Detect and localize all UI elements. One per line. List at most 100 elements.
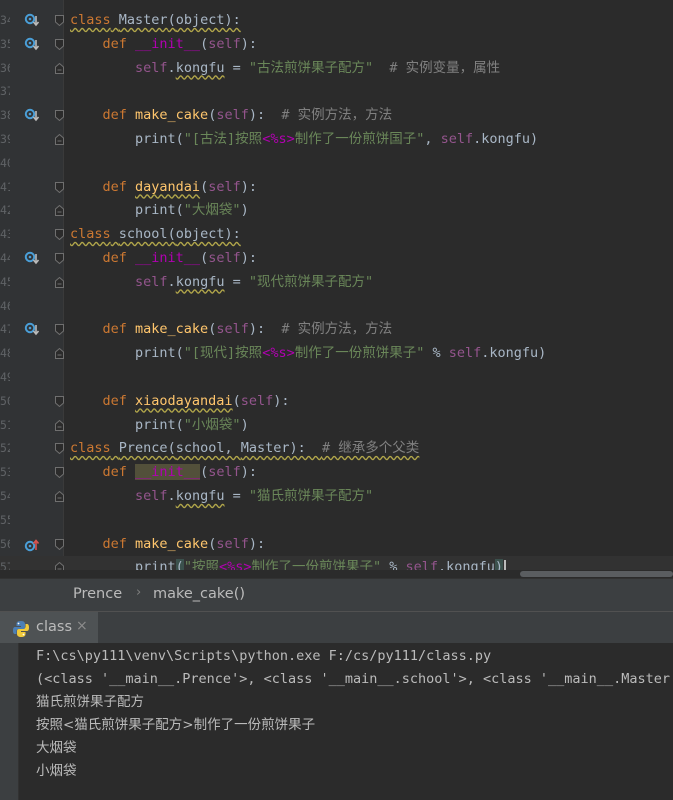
code-line[interactable]: 39 print("[古法]按照<%s>制作了一份煎饼国子", self.kon… [0,128,673,152]
fold-open-icon[interactable] [55,110,64,122]
code-line[interactable]: 47 def make_cake(self): # 实例方法，方法 [0,318,673,342]
fold-end-icon[interactable] [55,491,64,502]
code-text[interactable]: print("大烟袋") [70,199,249,223]
code-line[interactable]: 36 self.kongfu = "古法煎饼果子配方" # 实例变量，属性 [0,57,673,81]
code-line[interactable]: 44 def __init__(self): [0,247,673,271]
code-text[interactable]: def dayandai(self): [70,176,257,200]
code-line[interactable]: 34 class Master(object): [0,9,673,33]
fold-open-icon[interactable] [55,538,64,550]
code-token: # 继承多个父类 [322,440,420,457]
code-token: def [102,464,136,481]
overridden-gutter-icon[interactable] [24,537,40,553]
code-line[interactable]: 50 def xiaodayandai(self): [0,390,673,414]
code-line[interactable]: 48 print("[现代]按照<%s>制作了一份煎饼果子" % self.ko… [0,342,673,366]
override-gutter-icon[interactable] [24,251,40,267]
code-token: school [118,226,168,243]
fold-end-icon[interactable] [55,348,64,360]
line-number: 46 [0,298,10,313]
code-token: ): [248,321,282,338]
fold-open-icon[interactable] [55,15,64,26]
console-line: 大烟袋 [36,740,77,756]
fold-open-icon[interactable] [55,467,64,479]
code-line[interactable]: 38 def make_cake(self): # 实例方法，方法 [0,104,673,128]
code-token: print( [70,345,184,362]
code-token: ( [200,464,209,481]
code-text[interactable]: self.kongfu = "古法煎饼果子配方" # 实例变量，属性 [70,57,500,81]
code-text[interactable]: def make_cake(self): # 实例方法，方法 [70,318,393,342]
code-line[interactable]: 54 self.kongfu = "猫氏煎饼果子配方" [0,485,673,509]
code-token: ( [232,392,241,409]
code-line[interactable]: 45 self.kongfu = "现代煎饼果子配方" [0,271,673,295]
horizontal-scrollbar[interactable] [0,570,673,578]
fold-end-icon[interactable] [55,62,64,74]
code-token: "[现代]按照 [183,345,263,362]
code-text[interactable]: print("小烟袋") [70,414,249,438]
code-line[interactable]: 43 class school(object): [0,223,673,247]
code-text[interactable]: def __init__(self): [70,247,257,271]
code-text[interactable]: def xiaodayandai(self): [70,390,290,414]
code-line[interactable]: 53 def __init__(self): [0,461,673,485]
code-line[interactable]: 41 def dayandai(self): [0,176,673,200]
horizontal-scrollbar-thumb[interactable] [520,571,673,577]
code-text[interactable]: class school(object): [70,223,241,247]
fold-end-icon[interactable] [55,276,64,288]
code-text[interactable]: def __init__(self): [70,461,257,485]
code-line[interactable]: 52 class Prence(school, Master): # 继承多个父类 [0,437,673,461]
code-line[interactable]: 37 [0,80,673,104]
run-tab-class[interactable]: class × [0,612,98,644]
line-number: 34 [0,13,10,27]
code-line[interactable]: 42 print("大烟袋") [0,199,673,223]
code-token: ): [240,250,257,266]
code-token: __init__ [135,250,201,266]
breadcrumb-separator-icon: › [136,585,142,600]
breadcrumb-method[interactable]: make_cake() [153,586,245,602]
override-gutter-icon[interactable] [24,37,40,53]
code-line[interactable]: 40 [0,152,673,176]
code-text[interactable]: class Prence(school, Master): # 继承多个父类 [70,437,419,461]
code-token: object [175,12,225,28]
code-editor[interactable]: 34 class Master(object):35 def __init__(s… [0,0,673,578]
fold-open-icon[interactable] [55,395,64,407]
fold-open-icon[interactable] [55,253,64,264]
code-text[interactable]: def make_cake(self): [70,533,266,557]
code-text[interactable]: self.kongfu = "现代煎饼果子配方" [70,271,373,295]
override-gutter-icon[interactable] [24,13,40,29]
code-token: ): [240,178,257,195]
code-token: ): [289,440,323,457]
code-text[interactable]: def __init__(self): [70,33,257,57]
code-text[interactable]: print("[古法]按照<%s>制作了一份煎饼国子", self.kongfu… [70,128,538,152]
fold-end-icon[interactable] [55,134,64,145]
fold-end-icon[interactable] [55,419,64,431]
fold-end-icon[interactable] [55,205,64,217]
override-gutter-icon[interactable] [24,322,40,338]
code-token: = [224,59,249,76]
breadcrumb-class[interactable]: Prence [73,586,122,602]
code-line[interactable]: 35 def __init__(self): [0,33,673,57]
fold-open-icon[interactable] [55,324,64,336]
fold-open-icon[interactable] [55,38,64,50]
code-line[interactable]: 55 [0,509,673,533]
code-text[interactable]: print("[现代]按照<%s>制作了一份煎饼果子" % self.kongf… [70,342,546,366]
run-console[interactable]: F:\cs\py111\venv\Scripts\python.exe F:/c… [0,643,673,800]
fold-open-icon[interactable] [55,229,64,241]
code-token: # 实例方法，方法 [281,321,393,338]
code-token: "古法煎饼果子配方" [248,59,374,76]
fold-open-icon[interactable] [55,443,64,455]
code-text[interactable]: class Master(object): [70,9,241,33]
code-line[interactable]: 51 print("小烟袋") [0,414,673,438]
code-line[interactable]: 49 [0,366,673,390]
code-token: "[古法]按照 [183,131,263,147]
code-token: ): [248,107,282,124]
code-token: ( [167,12,176,28]
code-line[interactable]: 56 def make_cake(self): [0,533,673,557]
code-line[interactable]: 46 [0,295,673,319]
fold-open-icon[interactable] [55,181,64,193]
override-gutter-icon[interactable] [24,108,40,124]
code-text[interactable]: self.kongfu = "猫氏煎饼果子配方" [70,485,373,509]
close-icon[interactable]: × [76,618,88,634]
code-text[interactable]: def make_cake(self): # 实例方法，方法 [70,104,393,128]
